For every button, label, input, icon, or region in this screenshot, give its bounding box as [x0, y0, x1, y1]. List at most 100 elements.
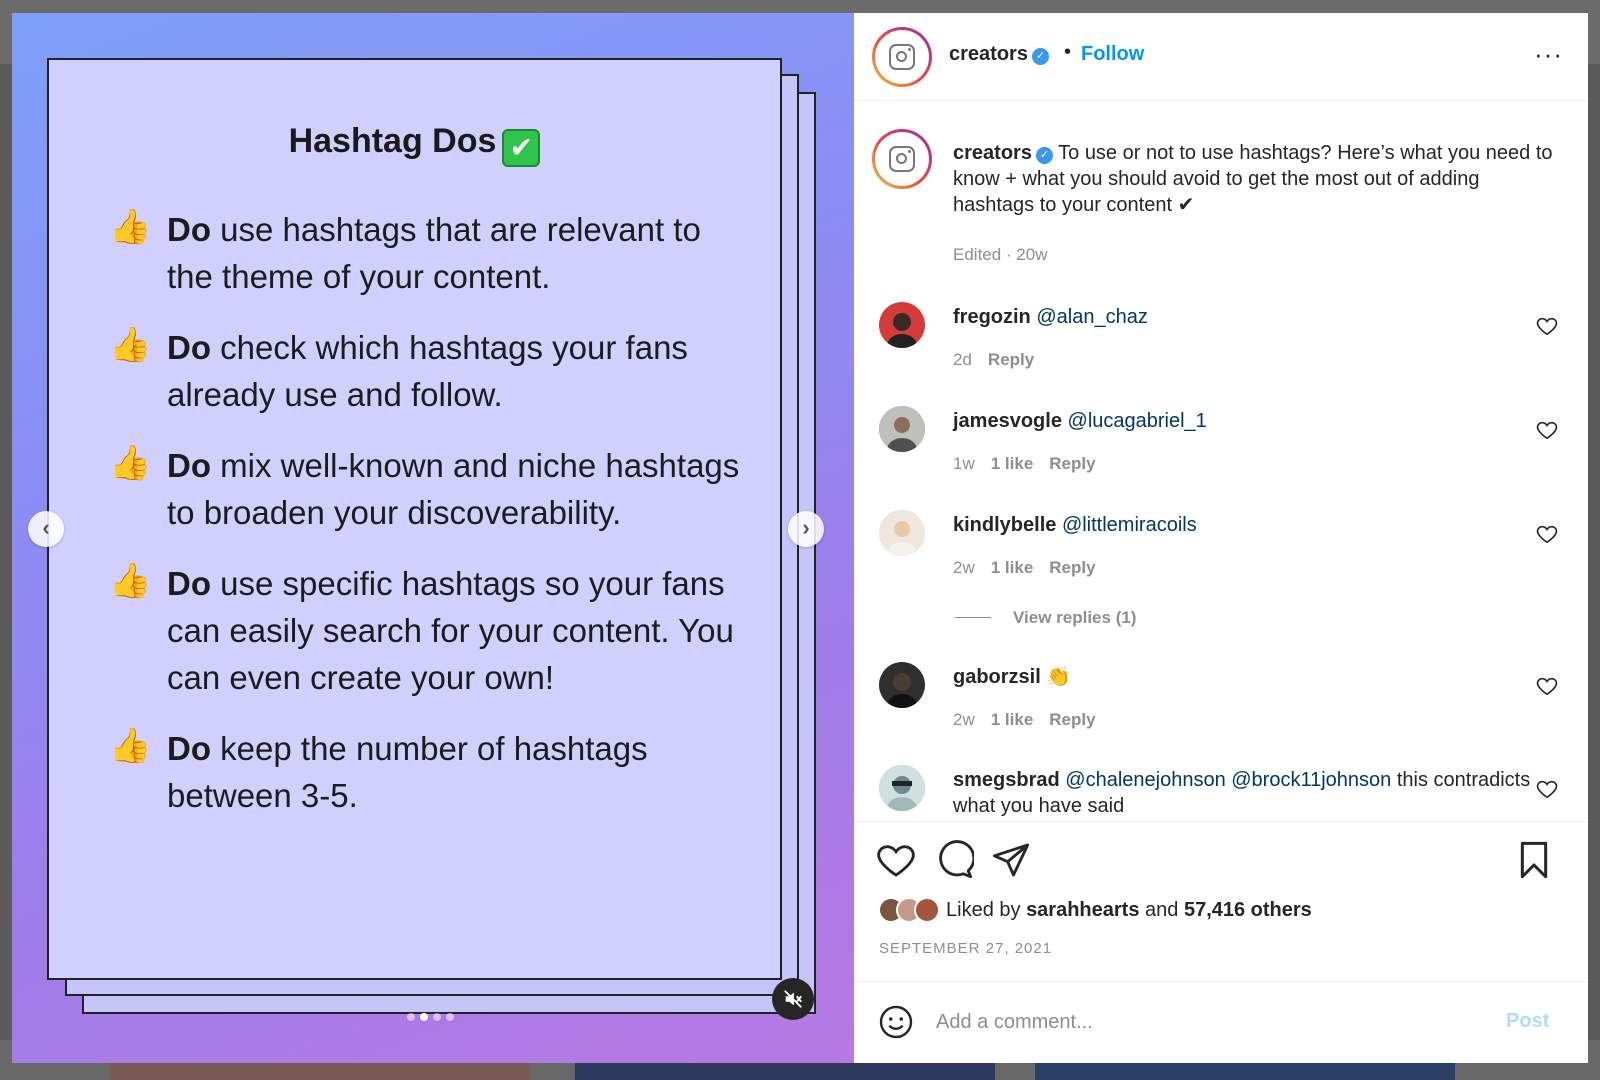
- comment-mention[interactable]: @lucagabriel_1: [1068, 410, 1207, 432]
- reply-button[interactable]: Reply: [1049, 710, 1095, 730]
- comment-bubble-icon[interactable]: [934, 840, 974, 880]
- comment-likes[interactable]: 1 like: [991, 710, 1034, 730]
- likes-middle: and: [1139, 898, 1184, 921]
- avatar-photo: [879, 765, 925, 811]
- verified-badge-icon: ✓: [1035, 147, 1053, 164]
- item-lead: Do: [167, 447, 211, 484]
- item-text: use hashtags that are relevant to the th…: [167, 211, 701, 295]
- mute-button[interactable]: [772, 978, 814, 1020]
- comment-username[interactable]: smegsbrad: [953, 769, 1060, 791]
- comment-meta: 2w 1 like Reply: [953, 710, 1096, 730]
- author-username[interactable]: creators ✓: [949, 43, 1049, 66]
- add-comment-bar: Post: [854, 981, 1588, 1063]
- like-comment-icon[interactable]: [1536, 779, 1558, 799]
- carousel-indicator: [407, 1013, 454, 1021]
- avatar[interactable]: [879, 662, 925, 708]
- comment-username[interactable]: kindlybelle: [953, 514, 1056, 536]
- instagram-logo-icon: [889, 44, 915, 70]
- liker-username[interactable]: sarahhearts: [1026, 899, 1139, 922]
- slide-card: Hashtag Dos ✔ 👍 Do use hashtags that are r…: [47, 58, 782, 980]
- next-slide-button[interactable]: ›: [788, 511, 824, 547]
- post-modal: Hashtag Dos ✔ 👍 Do use hashtags that are r…: [12, 13, 1588, 1063]
- comment-time[interactable]: 2w: [953, 710, 975, 730]
- follow-button[interactable]: Follow: [1081, 43, 1144, 66]
- comment-username[interactable]: fregozin: [953, 306, 1031, 328]
- post-date[interactable]: SEPTEMBER 27, 2021: [879, 940, 1052, 957]
- divider: [955, 617, 991, 618]
- comment-likes[interactable]: 1 like: [991, 558, 1034, 578]
- comment-mention[interactable]: @chalenejohnson @brock11johnson: [1065, 769, 1391, 791]
- post-actions: Liked by sarahhearts and 57,416 others S…: [854, 821, 1588, 981]
- comment-text: smegsbrad @chalenejohnson @brock11johnso…: [953, 767, 1533, 819]
- dos-list: 👍 Do use hashtags that are relevant to th…: [109, 206, 749, 843]
- comment-time[interactable]: 1w: [953, 454, 975, 474]
- item-lead: Do: [167, 329, 211, 366]
- reply-button[interactable]: Reply: [988, 350, 1034, 370]
- avatar[interactable]: [879, 406, 925, 452]
- heart-icon[interactable]: [876, 840, 916, 880]
- avatar[interactable]: [879, 302, 925, 348]
- check-mark-icon: ✔: [502, 129, 541, 167]
- previous-slide-button[interactable]: ‹: [28, 511, 64, 547]
- chevron-left-icon: ‹: [42, 515, 50, 540]
- slide-title-text: Hashtag Dos: [288, 122, 497, 160]
- item-lead: Do: [167, 211, 211, 248]
- comment-likes[interactable]: 1 like: [991, 454, 1034, 474]
- thumbs-up-icon: 👍: [109, 727, 152, 765]
- like-comment-icon[interactable]: [1536, 524, 1558, 544]
- avatar-photo: [879, 510, 925, 556]
- header-separator: •: [1064, 41, 1072, 63]
- avatar-photo: [887, 673, 917, 708]
- caption-username[interactable]: creators: [953, 142, 1032, 164]
- author-avatar[interactable]: [872, 27, 932, 87]
- post-sidebar: creators ✓ • Follow ··· creators ✓ To use …: [854, 13, 1588, 1063]
- comment-text: jamesvogle @lucagabriel_1: [953, 408, 1533, 434]
- slide-title: Hashtag Dos ✔: [49, 122, 780, 167]
- comment-meta: 2w 1 like Reply: [953, 558, 1096, 578]
- list-item: 👍 Do keep the number of hashtags between …: [109, 725, 749, 819]
- view-replies-label[interactable]: View replies (1): [1013, 608, 1136, 627]
- item-text: keep the number of hashtags between 3-5.: [167, 730, 648, 814]
- bookmark-icon[interactable]: [1514, 840, 1554, 880]
- author-username-text[interactable]: creators: [949, 43, 1028, 65]
- liker-avatars[interactable]: [878, 897, 940, 923]
- avatar[interactable]: [879, 765, 925, 811]
- comment-username[interactable]: gaborzsil: [953, 666, 1041, 688]
- view-replies-button[interactable]: View replies (1): [955, 608, 1136, 628]
- likes-count[interactable]: 57,416 others: [1184, 899, 1312, 922]
- like-comment-icon[interactable]: [1536, 420, 1558, 440]
- likes-prefix: Liked by: [946, 898, 1027, 921]
- caption-avatar[interactable]: [872, 129, 932, 189]
- like-comment-icon[interactable]: [1536, 676, 1558, 696]
- item-lead: Do: [167, 730, 211, 767]
- like-comment-icon[interactable]: [1536, 316, 1558, 336]
- avatar[interactable]: [879, 510, 925, 556]
- post-media: Hashtag Dos ✔ 👍 Do use hashtags that are r…: [12, 13, 854, 1063]
- avatar: [914, 897, 940, 923]
- item-text: use specific hashtags so your fans can e…: [167, 565, 734, 696]
- emoji-icon[interactable]: [878, 1004, 914, 1040]
- paper-plane-icon[interactable]: [991, 840, 1031, 880]
- comment-time[interactable]: 2w: [953, 558, 975, 578]
- reply-button[interactable]: Reply: [1049, 454, 1095, 474]
- list-item: 👍 Do mix well-known and niche hashtags to…: [109, 442, 749, 536]
- comment-time[interactable]: 2d: [953, 350, 972, 370]
- comment-meta: 2d Reply: [953, 350, 1034, 370]
- comment-meta: 1w 1 like Reply: [953, 454, 1096, 474]
- comment-mention[interactable]: @littlemiracoils: [1062, 514, 1197, 536]
- carousel-dot: [407, 1013, 415, 1021]
- list-item: 👍 Do use hashtags that are relevant to th…: [109, 206, 749, 300]
- reply-button[interactable]: Reply: [1049, 558, 1095, 578]
- comment-username[interactable]: jamesvogle: [953, 410, 1062, 432]
- thumbs-up-icon: 👍: [109, 562, 152, 600]
- comment-mention[interactable]: @alan_chaz: [1036, 306, 1147, 328]
- comment-body: 👏: [1040, 666, 1072, 688]
- thumbs-up-icon: 👍: [109, 444, 152, 482]
- comment-input[interactable]: [936, 1002, 1476, 1042]
- likes-summary: Liked by sarahhearts and 57,416 others: [878, 897, 1312, 923]
- chevron-right-icon: ›: [802, 515, 810, 540]
- more-options-button[interactable]: ···: [1534, 39, 1563, 70]
- comments-list[interactable]: creators ✓ To use or not to use hashtags?…: [854, 102, 1588, 820]
- thumbs-up-icon: 👍: [109, 326, 152, 364]
- post-comment-button[interactable]: Post: [1506, 1010, 1549, 1033]
